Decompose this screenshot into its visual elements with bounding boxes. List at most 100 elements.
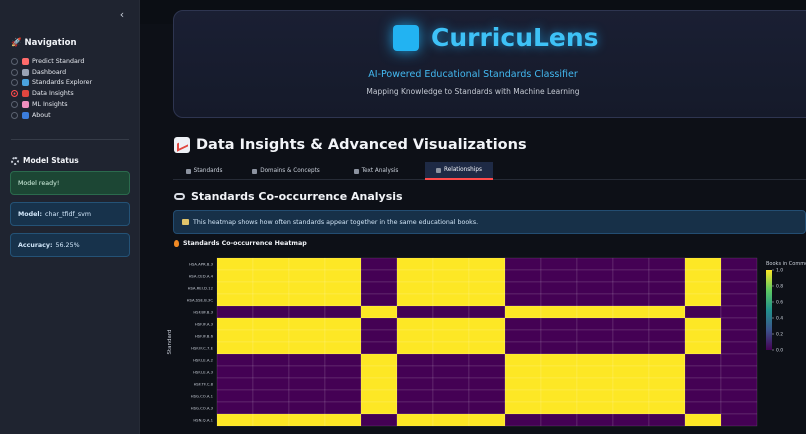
heatmap-cell	[216, 329, 254, 343]
radio-icon[interactable]	[11, 90, 18, 98]
tab-icon	[185, 168, 191, 174]
heatmap-cell	[216, 305, 254, 319]
heatmap-cell	[252, 257, 290, 271]
row-tick-label: HSF.IF.B.6	[195, 334, 214, 339]
heatmap-cell	[612, 377, 650, 391]
nav-item-data-insights[interactable]: Data Insights	[11, 88, 92, 99]
heatmap-cell	[612, 413, 650, 427]
heatmap-cell	[360, 401, 398, 415]
heatmap-cell	[612, 293, 650, 307]
heatmap-cell	[288, 341, 326, 355]
tab-standards[interactable]: Standards	[173, 162, 235, 180]
heatmap-cell	[720, 329, 758, 343]
heatmap-cell	[324, 365, 362, 379]
heatmap-cell	[288, 293, 326, 307]
heatmap-cell	[324, 269, 362, 283]
accuracy-value: 56.25%	[55, 241, 80, 249]
brand-logo: CurricuLens	[393, 23, 599, 52]
model-ready-text: Model ready!	[18, 179, 60, 187]
radio-icon[interactable]	[11, 57, 18, 65]
heatmap-cell	[432, 281, 470, 295]
heatmap-cell	[468, 341, 506, 355]
nav-item-standards-explorer[interactable]: Standards Explorer	[11, 78, 92, 89]
heatmap-cell	[648, 413, 686, 427]
heatmap-cell	[288, 389, 326, 403]
heatmap-cell	[468, 281, 506, 295]
heatmap-cell	[324, 353, 362, 367]
tab-label: Relationships	[444, 167, 482, 173]
heatmap-cell	[324, 401, 362, 415]
heatmap-cell	[684, 389, 722, 403]
heatmap-cell	[468, 377, 506, 391]
heatmap-cell	[720, 401, 758, 415]
row-tick-label: HSG.CO.A.3	[191, 406, 214, 411]
tab-label: Domains & Concepts	[260, 168, 320, 174]
heatmap-cell	[540, 305, 578, 319]
nav-item-dashboard[interactable]: Dashboard	[11, 67, 92, 78]
radio-icon[interactable]	[11, 79, 18, 87]
row-tick-label: HSF.LE.A.3	[193, 370, 214, 375]
heatmap-cell	[396, 413, 434, 427]
heatmap-cell	[288, 317, 326, 331]
heatmap-cell	[504, 329, 542, 343]
nav-item-label: Dashboard	[32, 68, 67, 76]
heatmap-cell	[252, 341, 290, 355]
nav-item-label: Data Insights	[32, 90, 74, 98]
heatmap-cell	[684, 365, 722, 379]
cooccurrence-heatmap: Standard HSA.APR.B.3 HSA.CED.A.4 HSA.REI.D.…	[167, 257, 806, 427]
row-tick-label: HSF.IF.A.3	[195, 322, 214, 327]
radio-icon[interactable]	[11, 111, 18, 119]
heatmap-cell	[288, 353, 326, 367]
nav-item-ml-insights[interactable]: ML Insights	[11, 99, 92, 110]
tab-domains-concepts[interactable]: Domains & Concepts	[245, 162, 327, 180]
heatmap-cell	[684, 329, 722, 343]
heatmap-cell	[396, 353, 434, 367]
heatmap-cell	[648, 353, 686, 367]
hero-tagline: AI-Powered Educational Standards Classif…	[368, 69, 578, 80]
heatmap-cell	[720, 341, 758, 355]
radio-icon[interactable]	[11, 68, 18, 76]
heatmap-cell	[612, 341, 650, 355]
heatmap-cell	[396, 317, 434, 331]
heatmap-cell	[360, 257, 398, 271]
heatmap-cell	[396, 329, 434, 343]
main-content: CurricuLens AI-Powered Educational Stand…	[140, 0, 806, 434]
collapse-sidebar-button[interactable]: ‹	[116, 9, 128, 21]
nav-item-predict-standard[interactable]: Predict Standard	[11, 56, 92, 67]
tab-relationships[interactable]: Relationships	[425, 162, 493, 180]
heatmap-cell	[504, 341, 542, 355]
target-icon	[22, 57, 29, 65]
heatmap-cell	[324, 413, 362, 427]
heatmap-cell	[216, 377, 254, 391]
heatmap-cell	[612, 281, 650, 295]
heatmap-cell	[216, 341, 254, 355]
heatmap-cell	[216, 401, 254, 415]
tab-text-analysis[interactable]: Text Analysis	[335, 162, 417, 180]
heatmap-cell	[432, 377, 470, 391]
heatmap-cell	[360, 269, 398, 283]
heatmap-cell	[648, 269, 686, 283]
heatmap-cell	[432, 269, 470, 283]
link-icon	[174, 193, 185, 200]
heatmap-cell	[648, 257, 686, 271]
nav-item-about[interactable]: About	[11, 110, 92, 121]
heatmap-cell	[216, 317, 254, 331]
heatmap-cell	[468, 329, 506, 343]
radio-icon[interactable]	[11, 101, 18, 109]
section-title-text: Standards Co-occurrence Analysis	[191, 190, 403, 203]
brand-title: CurricuLens	[431, 23, 599, 52]
tab-icon	[353, 168, 359, 174]
heatmap-cell	[468, 401, 506, 415]
row-tick-label: HSN.Q.A.1	[193, 418, 213, 423]
heatmap-cell	[540, 293, 578, 307]
page-title-text: Data Insights & Advanced Visualizations	[196, 137, 527, 153]
heatmap-cell	[720, 413, 758, 427]
heatmap-cell	[396, 269, 434, 283]
info-alert-text: This heatmap shows how often standards a…	[193, 218, 479, 226]
heatmap-cell	[252, 293, 290, 307]
nav-item-label: ML Insights	[32, 101, 68, 109]
brain-icon	[22, 101, 29, 109]
heatmap-cell	[288, 305, 326, 319]
heatmap-cell	[432, 317, 470, 331]
heatmap-cell	[396, 377, 434, 391]
